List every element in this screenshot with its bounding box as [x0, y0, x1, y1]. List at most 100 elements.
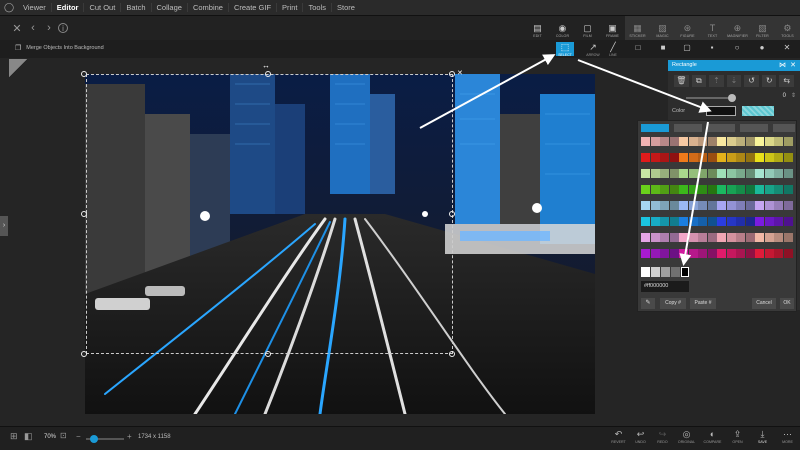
- color-swatch[interactable]: [736, 137, 745, 146]
- color-swatch[interactable]: [783, 233, 793, 242]
- color-swatch[interactable]: [688, 169, 698, 178]
- color-swatch[interactable]: [688, 201, 698, 210]
- tool-text[interactable]: T TEXT: [700, 16, 725, 40]
- color-swatch[interactable]: [717, 185, 726, 194]
- color-swatch[interactable]: [707, 249, 717, 258]
- color-swatch[interactable]: [736, 249, 745, 258]
- color-swatch[interactable]: [698, 233, 707, 242]
- expand-sidebar-icon[interactable]: ›: [0, 216, 8, 236]
- send-backward-icon[interactable]: ⇣: [726, 75, 742, 87]
- color-swatch[interactable]: [717, 153, 726, 162]
- color-swatch[interactable]: [717, 169, 726, 178]
- rotate-handle-icon[interactable]: ↔: [262, 61, 270, 70]
- color-swatch[interactable]: [698, 185, 707, 194]
- palette-tab-wheel[interactable]: [740, 124, 768, 132]
- color-swatch[interactable]: [650, 249, 660, 258]
- gray-swatch[interactable]: [661, 267, 670, 277]
- tool-color[interactable]: ◉ COLOR: [550, 16, 575, 40]
- color-swatch[interactable]: [669, 185, 679, 194]
- paste-hex-button[interactable]: Paste #: [690, 298, 716, 309]
- color-swatch[interactable]: [726, 233, 736, 242]
- close-panel-icon[interactable]: ✕: [790, 60, 796, 71]
- rectangle-filled-tool-icon[interactable]: ■: [654, 40, 672, 58]
- color-swatch[interactable]: [755, 217, 764, 226]
- resize-handle-b[interactable]: [265, 351, 271, 357]
- color-swatch[interactable]: [717, 201, 726, 210]
- open-button[interactable]: ⇪ OPEN: [725, 428, 750, 448]
- color-swatch[interactable]: [660, 185, 669, 194]
- color-swatch[interactable]: [707, 233, 717, 242]
- color-swatch[interactable]: [764, 153, 774, 162]
- collapse-panel-icon[interactable]: ⋈: [779, 60, 786, 71]
- ok-button[interactable]: OK: [780, 298, 794, 309]
- color-swatch[interactable]: [650, 169, 660, 178]
- color-swatch[interactable]: [755, 185, 764, 194]
- tool-figure[interactable]: ⊛ FIGURE: [675, 16, 700, 40]
- copy-hex-button[interactable]: Copy #: [660, 298, 686, 309]
- color-swatch[interactable]: [755, 249, 764, 258]
- color-swatch[interactable]: [783, 137, 793, 146]
- color-swatch[interactable]: [660, 137, 669, 146]
- gray-swatch[interactable]: [671, 267, 680, 277]
- color-swatch[interactable]: [755, 169, 764, 178]
- menu-item-tools[interactable]: Tools: [303, 3, 332, 12]
- color-swatch[interactable]: [745, 137, 755, 146]
- menu-item-combine[interactable]: Combine: [188, 3, 229, 12]
- zoom-out-icon[interactable]: −: [76, 432, 81, 441]
- resize-handle-bl[interactable]: [81, 351, 87, 357]
- color-swatch[interactable]: [726, 201, 736, 210]
- tool-filter[interactable]: ▧ FILTER: [750, 16, 775, 40]
- color-swatch[interactable]: [736, 153, 745, 162]
- rounded-rect-outline-tool-icon[interactable]: ▢: [678, 40, 696, 58]
- color-swatch[interactable]: [726, 137, 736, 146]
- color-swatch[interactable]: [641, 137, 650, 146]
- line-tool-button[interactable]: ╱ LINE: [604, 42, 622, 57]
- color-swatch[interactable]: [774, 169, 783, 178]
- resize-handle-tr[interactable]: [449, 71, 455, 77]
- eyedropper-icon[interactable]: ✎: [641, 298, 655, 309]
- close-icon[interactable]: ✕: [10, 22, 24, 35]
- color-swatch[interactable]: [707, 169, 717, 178]
- color-swatch[interactable]: [641, 233, 650, 242]
- color-swatch[interactable]: [717, 233, 726, 242]
- color-swatch[interactable]: [774, 201, 783, 210]
- color-swatch[interactable]: [688, 153, 698, 162]
- tool-edit[interactable]: ▤ EDIT: [525, 16, 550, 40]
- color-swatch[interactable]: [774, 153, 783, 162]
- color-swatch[interactable]: [707, 137, 717, 146]
- trash-icon[interactable]: 🗑: [674, 75, 689, 87]
- color-swatch[interactable]: [736, 185, 745, 194]
- menu-item-create-gif[interactable]: Create GIF: [229, 3, 278, 12]
- menu-item-collage[interactable]: Collage: [152, 3, 188, 12]
- delete-object-icon[interactable]: ✕: [457, 69, 463, 77]
- color-swatch[interactable]: [707, 153, 717, 162]
- rotate-right-icon[interactable]: ↻: [761, 75, 777, 87]
- color-swatch[interactable]: [650, 217, 660, 226]
- resize-handle-br[interactable]: [449, 351, 455, 357]
- color-swatch-button[interactable]: [706, 106, 736, 116]
- color-swatch[interactable]: [688, 185, 698, 194]
- stepper-icon[interactable]: ⇕: [791, 92, 796, 99]
- color-swatch[interactable]: [641, 185, 650, 194]
- cancel-button[interactable]: Cancel: [752, 298, 776, 309]
- menu-item-store[interactable]: Store: [332, 3, 360, 12]
- color-swatch[interactable]: [698, 153, 707, 162]
- color-swatch[interactable]: [764, 233, 774, 242]
- color-swatch[interactable]: [660, 169, 669, 178]
- color-swatch[interactable]: [679, 169, 688, 178]
- tool-tools[interactable]: ⚙ TOOLS: [775, 16, 800, 40]
- rectangle-outline-tool-icon[interactable]: □: [629, 40, 647, 58]
- color-swatch[interactable]: [679, 185, 688, 194]
- color-swatch[interactable]: [669, 249, 679, 258]
- original-button[interactable]: ◎ ORIGINAL: [674, 428, 699, 448]
- opacity-slider-thumb[interactable]: [728, 94, 736, 102]
- color-swatch[interactable]: [679, 217, 688, 226]
- color-swatch[interactable]: [679, 153, 688, 162]
- more-button[interactable]: ⋯ MORE: [775, 428, 800, 448]
- opacity-slider-track[interactable]: [686, 97, 728, 99]
- color-swatch[interactable]: [726, 217, 736, 226]
- color-swatch[interactable]: [650, 137, 660, 146]
- color-swatch[interactable]: [736, 169, 745, 178]
- palette-tab-custom[interactable]: [773, 124, 795, 132]
- color-swatch[interactable]: [707, 217, 717, 226]
